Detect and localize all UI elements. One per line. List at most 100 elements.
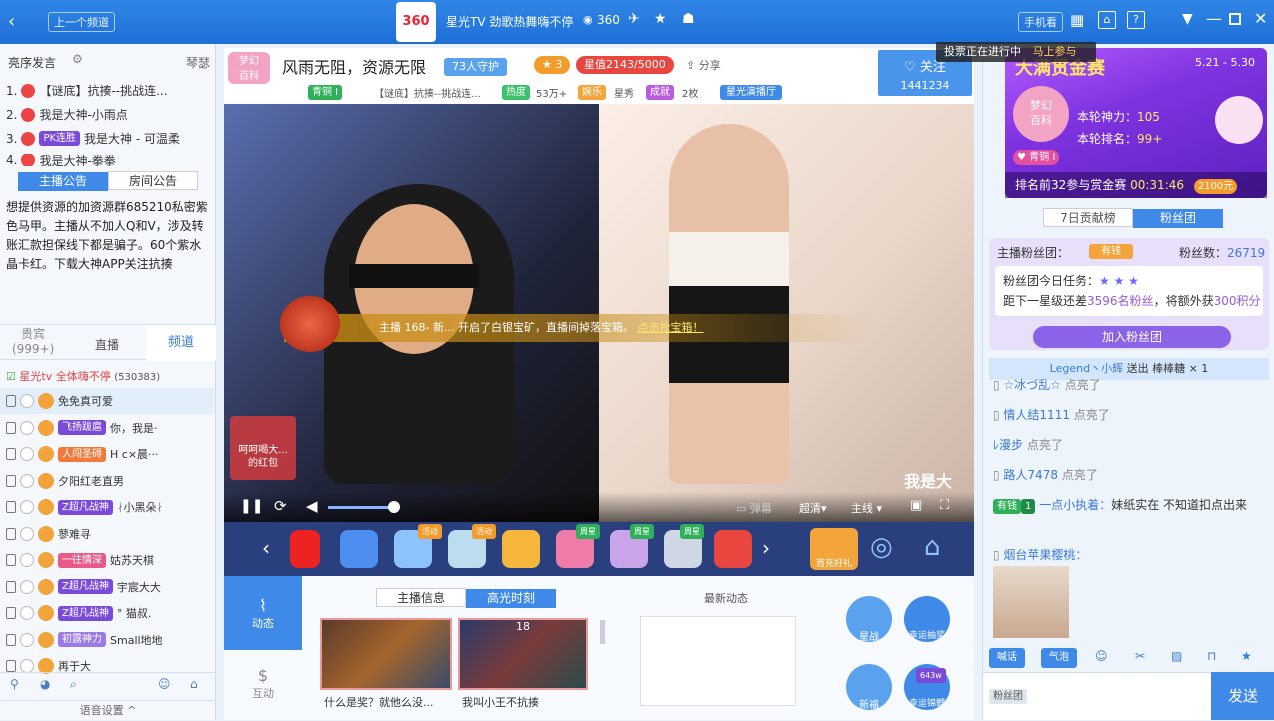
clip-title-2[interactable]: 我叫小王不抗揍 — [462, 694, 539, 710]
fullscreen-icon[interactable]: ⛶ — [940, 498, 949, 513]
minimize-icon[interactable]: — — [1206, 9, 1222, 28]
bag-icon[interactable]: ◎ — [870, 532, 893, 562]
bubble-button[interactable]: 气泡 — [1041, 648, 1077, 668]
tab-anchor-info[interactable]: 主播信息 — [376, 588, 466, 607]
tab-interact[interactable]: $ 互动 — [224, 650, 302, 720]
scissors-icon[interactable]: ✂ — [1135, 649, 1145, 663]
user-list-item[interactable]: 蓼难寻 — [0, 521, 214, 547]
shout-button[interactable]: 喊话 — [989, 648, 1025, 668]
gift-next-icon[interactable]: › — [762, 536, 770, 560]
emoji-icon[interactable]: ☺ — [1095, 649, 1108, 663]
clip-title-1[interactable]: 什么是奖？就他么没... — [324, 694, 434, 710]
user-list-item[interactable]: 免免真可爱 — [0, 388, 214, 414]
tab-rank[interactable]: 亮序发言 — [8, 54, 56, 71]
users-icon[interactable]: ☗ — [682, 11, 695, 27]
gift-prev-icon[interactable]: ‹ — [262, 536, 270, 560]
mic-icon[interactable]: ⚙ — [72, 52, 83, 66]
prev-channel-button[interactable]: 上一个频道 — [48, 12, 115, 32]
volume-icon[interactable]: ◀︎ — [306, 497, 318, 515]
vote-notice[interactable]: 投票正在进行中 马上参与 — [936, 42, 1096, 62]
clip-thumb-1[interactable] — [320, 618, 452, 690]
help-icon[interactable]: ? — [1127, 11, 1145, 29]
activity-new-bless[interactable]: 新福 — [846, 664, 892, 711]
camera-icon[interactable]: ▣ — [910, 498, 922, 513]
first-recharge-gift[interactable]: 首充好礼 — [810, 528, 858, 570]
palette-icon[interactable]: ◕ — [40, 677, 50, 691]
user-list-item[interactable]: 一往情深 姑苏天棋 — [0, 547, 214, 573]
line-select[interactable]: 主线 ▾ — [851, 500, 882, 516]
lock-icon[interactable]: ⊓ — [1207, 649, 1216, 663]
quality-select[interactable]: 超清▾ — [799, 500, 827, 516]
star-badge[interactable]: ★ 3 — [534, 56, 571, 74]
rank-item-1[interactable]: 1. 【谜底】抗揍--挑战连... — [6, 82, 168, 99]
shop-icon[interactable]: ⌂ — [924, 532, 941, 562]
bell-icon[interactable]: ⌂ — [1098, 11, 1116, 29]
star-icon[interactable]: ★ — [654, 11, 667, 27]
volume-handle[interactable] — [388, 501, 400, 513]
activity-star-war[interactable]: 星战 — [846, 596, 892, 643]
anchor-logo[interactable]: 梦幻 百科 — [228, 52, 270, 84]
redpack[interactable]: 呵呵喝大... 的红包 — [230, 416, 296, 480]
plane-icon[interactable]: ✈ — [628, 11, 640, 27]
tab-live[interactable]: 直播 — [95, 336, 119, 353]
user-list-item[interactable]: 夕阳红老直男 — [0, 468, 214, 494]
share-link[interactable]: ⇪ 分享 — [686, 57, 721, 73]
video-player[interactable]: 主播 168- 新... 开启了白银宝矿，直播间掉落宝箱。 点击抢宝箱！ 呵呵喝… — [224, 104, 974, 522]
volume-slider[interactable] — [328, 506, 394, 509]
image-icon[interactable]: ▨ — [1171, 649, 1182, 663]
tab-room-notice[interactable]: 房间公告 — [108, 171, 198, 190]
chat-image[interactable] — [993, 566, 1069, 638]
tab-dynamics[interactable]: ⌇ 动态 — [224, 576, 302, 650]
star-icon[interactable]: ★ — [1241, 649, 1252, 663]
close-icon[interactable]: ✕ — [1254, 9, 1267, 28]
tab-anchor-notice[interactable]: 主播公告 — [18, 172, 108, 191]
user-list-item[interactable]: 飞扬跋扈 你，我是· — [0, 415, 214, 441]
search-icon[interactable]: ⌕ — [70, 677, 77, 692]
user-list-item[interactable]: 初露神力 Small地地 — [0, 627, 214, 653]
chat-input[interactable]: 粉丝团 — [983, 672, 1211, 720]
hall-tag[interactable]: 星光演播厅 — [720, 85, 782, 100]
location-icon[interactable]: ⚲ — [10, 677, 19, 691]
vote-join-link[interactable]: 马上参与 — [1033, 45, 1077, 58]
back-icon[interactable]: ‹ — [8, 11, 15, 32]
user-list-item[interactable]: Z超凡战神 宇宸大大 — [0, 574, 214, 600]
treasure-banner[interactable]: 主播 168- 新... 开启了白银宝矿，直播间掉落宝箱。 点击抢宝箱！ — [284, 314, 874, 342]
tab-highlights[interactable]: 高光时刻 — [466, 589, 556, 608]
tab-vip[interactable]: 贵宾 (999+) — [12, 327, 54, 357]
join-fans-button[interactable]: 加入粉丝团 — [1033, 326, 1231, 348]
tab-7day[interactable]: 7日贡献榜 — [1043, 208, 1133, 227]
treasure-icon[interactable] — [280, 296, 340, 352]
danmu-toggle[interactable]: ▭ 弹幕 — [736, 500, 772, 516]
phone-watch-button[interactable]: 手机看 — [1018, 12, 1063, 32]
gift-item[interactable] — [502, 530, 540, 568]
user-list-item[interactable]: 人闯圣碍 H c×晨··· — [0, 441, 214, 467]
refresh-icon[interactable]: ⟳ — [274, 497, 287, 515]
grid-icon[interactable]: ▦ — [1070, 11, 1084, 29]
activity-lucky-draw[interactable]: 幸运抽奖 — [904, 596, 950, 642]
event-banner[interactable]: 大满贯金赛 5.21 - 5.30 梦幻 百科 本轮神力：105 本轮排名：99+… — [1005, 48, 1267, 198]
rank-item-2[interactable]: 2. 我是大神-小雨点 — [6, 106, 128, 123]
treasure-link[interactable]: 点击抢宝箱！ — [637, 321, 703, 334]
user-list-item[interactable]: Z超凡战神 ᛅ小黑朵ᛅ — [0, 494, 214, 520]
rank-item-3[interactable]: 3. PK连胜 我是大神 - 可温柔 — [6, 130, 180, 147]
guards-badge[interactable]: 73人守护 — [444, 58, 507, 76]
emoji-icon[interactable]: ☺ — [158, 677, 171, 691]
news-card[interactable] — [640, 616, 796, 706]
gift-redpack[interactable] — [290, 530, 320, 568]
maximize-icon[interactable] — [1229, 13, 1241, 25]
tab-store[interactable]: 琴瑟 — [186, 54, 210, 71]
gift-item[interactable] — [340, 530, 378, 568]
pause-icon[interactable]: ❚❚ — [240, 498, 263, 514]
home-icon[interactable]: ⌂ — [190, 677, 198, 691]
send-button[interactable]: 发送 — [1211, 672, 1274, 720]
tab-channel[interactable]: 频道 — [146, 325, 216, 361]
menu-icon[interactable]: ▼ — [1182, 11, 1193, 27]
gift-item[interactable] — [714, 530, 752, 568]
clip-thumb-2[interactable]: 18 — [458, 618, 588, 690]
voice-settings[interactable]: 语音设置 ^ — [0, 700, 216, 720]
clip-scrollbar[interactable] — [600, 620, 605, 644]
channel-line[interactable]: ☑ 星光tv 全体嗨不停 (530383) — [6, 368, 160, 384]
fans-input-tag[interactable]: 粉丝团 — [989, 689, 1027, 704]
user-list-item[interactable]: Z超凡战神 ° 猫叔. — [0, 600, 214, 626]
rank-item-4[interactable]: 4. 我是大神-拳拳 — [6, 154, 116, 166]
